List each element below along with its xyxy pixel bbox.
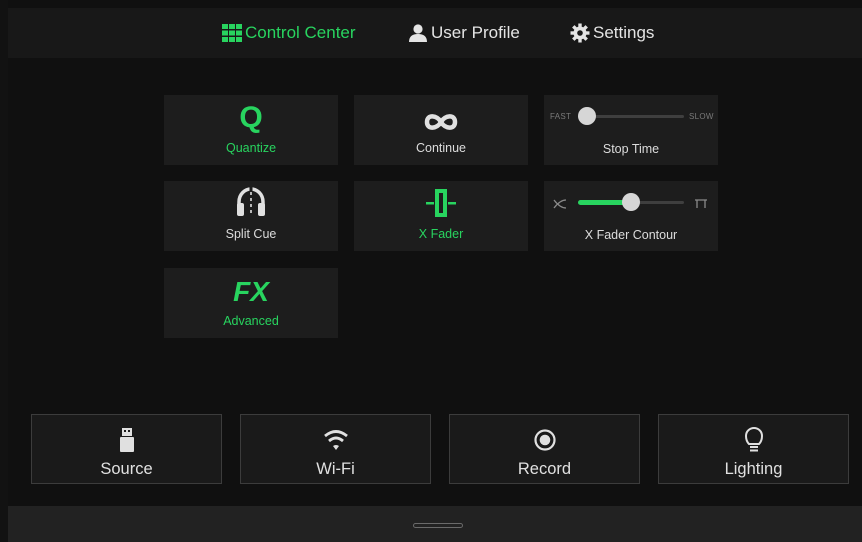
lighting-label: Lighting [724,460,783,478]
advanced-label: Advanced [223,314,279,328]
quantize-tile[interactable]: Q Quantize [164,95,338,165]
tab-control-center[interactable]: Control Center [222,8,356,58]
cross-curve-icon [553,196,567,214]
quantize-icon: Q [239,101,263,134]
split-cue-tile[interactable]: Split Cue [164,181,338,251]
x-fader-contour-knob[interactable] [622,193,640,211]
record-icon [533,423,557,457]
x-fader-label: X Fader [418,227,464,241]
wifi-label: Wi-Fi [316,460,355,478]
continue-label: Continue [415,141,467,155]
lighting-button[interactable]: Lighting [658,414,849,484]
bottom-bar [8,506,862,542]
tab-label: Control Center [245,23,356,42]
usb-icon [119,423,135,457]
split-cue-label: Split Cue [225,227,277,241]
top-nav: Control Center User Profile Settings [8,8,862,58]
tab-user-profile[interactable]: User Profile [408,8,520,58]
cut-curve-icon [694,196,708,214]
stop-time-min-label: FAST [550,112,572,121]
stop-time-label: Stop Time [602,142,660,156]
continue-tile[interactable]: Continue [354,95,528,165]
x-fader-contour-label: X Fader Contour [584,228,678,242]
stop-time-knob[interactable] [578,107,596,125]
tab-label: Settings [593,23,655,42]
fx-icon: FX [233,276,269,307]
record-label: Record [517,460,572,478]
headphones-icon [234,181,268,219]
source-label: Source [100,460,153,478]
source-button[interactable]: Source [31,414,222,484]
grid-icon [222,24,242,42]
stop-time-max-label: SLOW [689,112,714,121]
crossfader-icon [424,181,458,219]
infinity-icon [422,95,460,133]
user-icon [408,24,428,42]
x-fader-tile[interactable]: X Fader [354,181,528,251]
drawer-handle[interactable] [413,523,463,528]
gear-icon [570,23,590,43]
wifi-button[interactable]: Wi-Fi [240,414,431,484]
stop-time-tile[interactable]: FAST SLOW Stop Time [544,95,718,165]
advanced-tile[interactable]: FX Advanced [164,268,338,338]
quantize-label: Quantize [225,141,277,155]
record-button[interactable]: Record [449,414,640,484]
wifi-icon [323,423,349,457]
tab-settings[interactable]: Settings [570,8,654,58]
x-fader-contour-tile[interactable]: X Fader Contour [544,181,718,251]
tab-label: User Profile [431,23,520,42]
bulb-icon [744,423,764,457]
